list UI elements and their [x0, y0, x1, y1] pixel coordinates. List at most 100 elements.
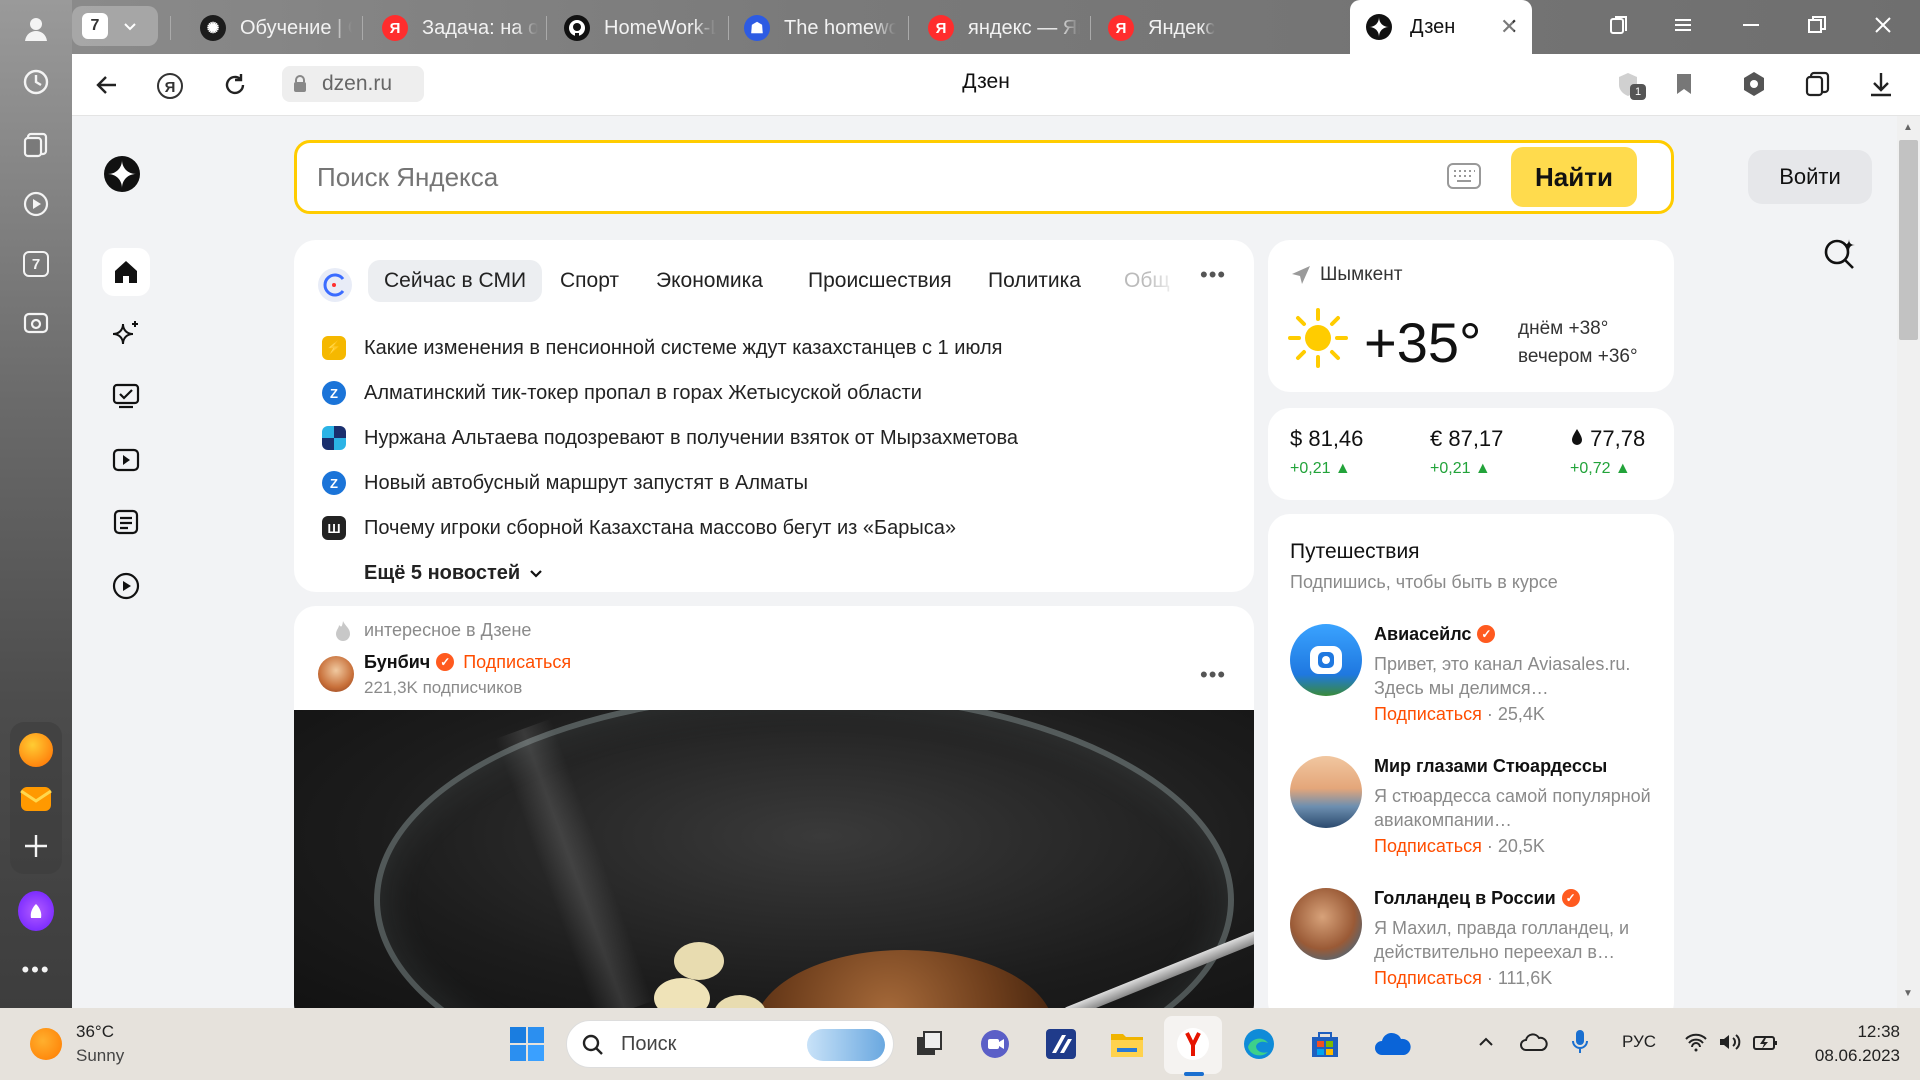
nav-home-icon[interactable]	[102, 248, 150, 296]
yandex-icon: Я	[1108, 15, 1134, 41]
more-categories-icon[interactable]: •••	[1200, 262, 1226, 288]
search-input[interactable]	[317, 155, 1417, 199]
author-avatar[interactable]	[318, 656, 354, 692]
profile-icon[interactable]	[18, 10, 54, 46]
teams-chat-icon[interactable]	[972, 1021, 1018, 1067]
weather-card[interactable]: Шымкент +35° днём +38° вечером +36°	[1268, 240, 1674, 392]
new-tab-button[interactable]	[1482, 12, 1514, 44]
subscribe-link[interactable]: Подписаться	[1374, 704, 1482, 724]
login-button[interactable]: Войти	[1748, 150, 1872, 204]
edge-icon[interactable]	[1236, 1021, 1282, 1067]
rates-card[interactable]: $ 81,46 +0,21 ▲ € 87,17 +0,21 ▲ 77,78 +0…	[1268, 408, 1674, 500]
nav-tasks-icon[interactable]	[104, 374, 148, 418]
scroll-up-icon[interactable]: ▲	[1903, 122, 1913, 133]
search-button[interactable]: Найти	[1511, 147, 1637, 207]
channel-avatar[interactable]	[1290, 624, 1362, 696]
mail-app-icon[interactable]	[18, 732, 54, 768]
tab-sport[interactable]: Спорт	[560, 260, 619, 302]
tab-economy[interactable]: Экономика	[656, 260, 763, 302]
page-scrollbar[interactable]: ▲ ▼	[1897, 116, 1920, 1008]
windows-start-icon[interactable]	[504, 1021, 550, 1067]
download-icon[interactable]	[1868, 70, 1894, 103]
news-item[interactable]: ⚡ Какие изменения в пенсионной системе ж…	[322, 332, 1002, 364]
tab-github[interactable]: HomeWork-L	[564, 6, 716, 50]
channel-avatar[interactable]	[1290, 756, 1362, 828]
protect-icon[interactable]: 1	[1616, 70, 1646, 105]
plus-icon	[1491, 21, 1505, 35]
minimize-icon[interactable]	[1740, 14, 1762, 41]
bookmarks-panel-icon[interactable]	[1608, 14, 1630, 41]
keyboard-icon[interactable]	[1447, 163, 1481, 194]
clock-time[interactable]: 12:38	[1804, 1022, 1900, 1042]
post-image[interactable]	[294, 710, 1254, 1008]
author-name[interactable]: Бунбич	[364, 652, 430, 672]
news-item[interactable]: Z Алматинский тик-токер пропал в горах Ж…	[322, 377, 922, 409]
rate-delta: +0,21 ▲	[1430, 460, 1491, 477]
tab-groups-button[interactable]: 7	[72, 6, 158, 46]
tab-incidents[interactable]: Происшествия	[808, 260, 952, 302]
subscribe-link[interactable]: Подписаться	[463, 652, 571, 672]
news-item[interactable]: Нуржана Альтаева подозревают в получении…	[322, 422, 1018, 454]
volume-icon[interactable]	[1718, 1032, 1742, 1057]
video-play-icon[interactable]	[18, 186, 54, 222]
tab-yandex[interactable]: Я Яндекс	[1108, 6, 1308, 50]
tab-homework[interactable]: ☗ The homewo	[744, 6, 896, 50]
search-sparkle-icon[interactable]	[1822, 236, 1858, 277]
mail-envelope-icon[interactable]	[18, 780, 54, 816]
more-news-button[interactable]: Ещё 5 новостей	[364, 557, 544, 589]
tab-politics[interactable]: Политика	[988, 260, 1081, 302]
taskbar-search-box[interactable]: Поиск	[566, 1020, 894, 1068]
tab-chatgpt[interactable]: ✺ Обучение | C	[200, 6, 352, 50]
screenshot-icon[interactable]	[18, 306, 54, 342]
collections-icon[interactable]	[18, 126, 54, 162]
history-icon[interactable]	[18, 64, 54, 100]
alice-assistant-icon[interactable]	[18, 891, 54, 931]
chevron-up-icon[interactable]	[1476, 1032, 1496, 1057]
tab-title: The homewo	[784, 16, 896, 39]
news-source-icon	[322, 426, 346, 450]
wifi-icon[interactable]	[1684, 1032, 1708, 1057]
nav-articles-icon[interactable]	[104, 500, 148, 544]
add-app-icon[interactable]	[18, 828, 54, 864]
menu-icon[interactable]	[1672, 14, 1694, 41]
scroll-down-icon[interactable]: ▼	[1903, 988, 1913, 999]
store-icon[interactable]	[1302, 1021, 1348, 1067]
tab-society[interactable]: Общ	[1124, 260, 1180, 302]
news-item[interactable]: Ш Почему игроки сборной Казахстана массо…	[322, 512, 956, 544]
news-item[interactable]: Z Новый автобусный маршрут запустят в Ал…	[322, 467, 808, 499]
windows-taskbar: 36°C Sunny Поиск РУС 12:38 08.06.2023	[0, 1008, 1920, 1080]
nav-sparkle-icon[interactable]	[104, 312, 148, 356]
nav-video-icon[interactable]	[104, 438, 148, 482]
file-explorer-icon[interactable]	[1104, 1021, 1150, 1067]
restore-icon[interactable]	[1806, 14, 1828, 41]
post-options-icon[interactable]: •••	[1200, 662, 1226, 688]
rate-value: € 87,17	[1430, 426, 1504, 451]
subscribe-link[interactable]: Подписаться	[1374, 968, 1482, 988]
tab-count-icon[interactable]: 7	[18, 246, 54, 282]
task-view-icon[interactable]	[906, 1021, 952, 1067]
close-window-icon[interactable]	[1872, 14, 1894, 41]
weather-sun-icon[interactable]	[30, 1028, 62, 1060]
clock-date[interactable]: 08.06.2023	[1784, 1046, 1900, 1066]
more-icon[interactable]: •••	[18, 952, 54, 988]
dzen-logo-icon[interactable]	[104, 156, 140, 197]
language-indicator[interactable]: РУС	[1622, 1032, 1656, 1052]
microphone-icon[interactable]	[1570, 1028, 1590, 1061]
tab-yandex-task[interactable]: Я Задача: на о	[382, 6, 538, 50]
tab-news-now[interactable]: Сейчас в СМИ	[368, 260, 543, 302]
banana-slice	[674, 942, 724, 980]
collections-panel-icon[interactable]	[1804, 70, 1832, 103]
tab-yandex-search[interactable]: Я яндекс — Ян	[928, 6, 1080, 50]
battery-icon[interactable]	[1752, 1032, 1780, 1057]
onedrive-icon[interactable]	[1370, 1021, 1416, 1067]
nav-shorts-icon[interactable]	[104, 564, 148, 608]
bookmark-icon[interactable]	[1672, 71, 1696, 102]
extensions-icon[interactable]	[1740, 70, 1768, 103]
channel-avatar[interactable]	[1290, 888, 1362, 960]
visual-studio-icon[interactable]	[1038, 1021, 1084, 1067]
cloud-icon[interactable]	[1520, 1032, 1548, 1057]
channel-description: Привет, это канал Aviasales.ru. Здесь мы…	[1374, 654, 1631, 698]
yandex-browser-icon[interactable]	[1170, 1021, 1216, 1067]
subscribe-link[interactable]: Подписаться	[1374, 836, 1482, 856]
scrollbar-thumb[interactable]	[1899, 140, 1918, 340]
